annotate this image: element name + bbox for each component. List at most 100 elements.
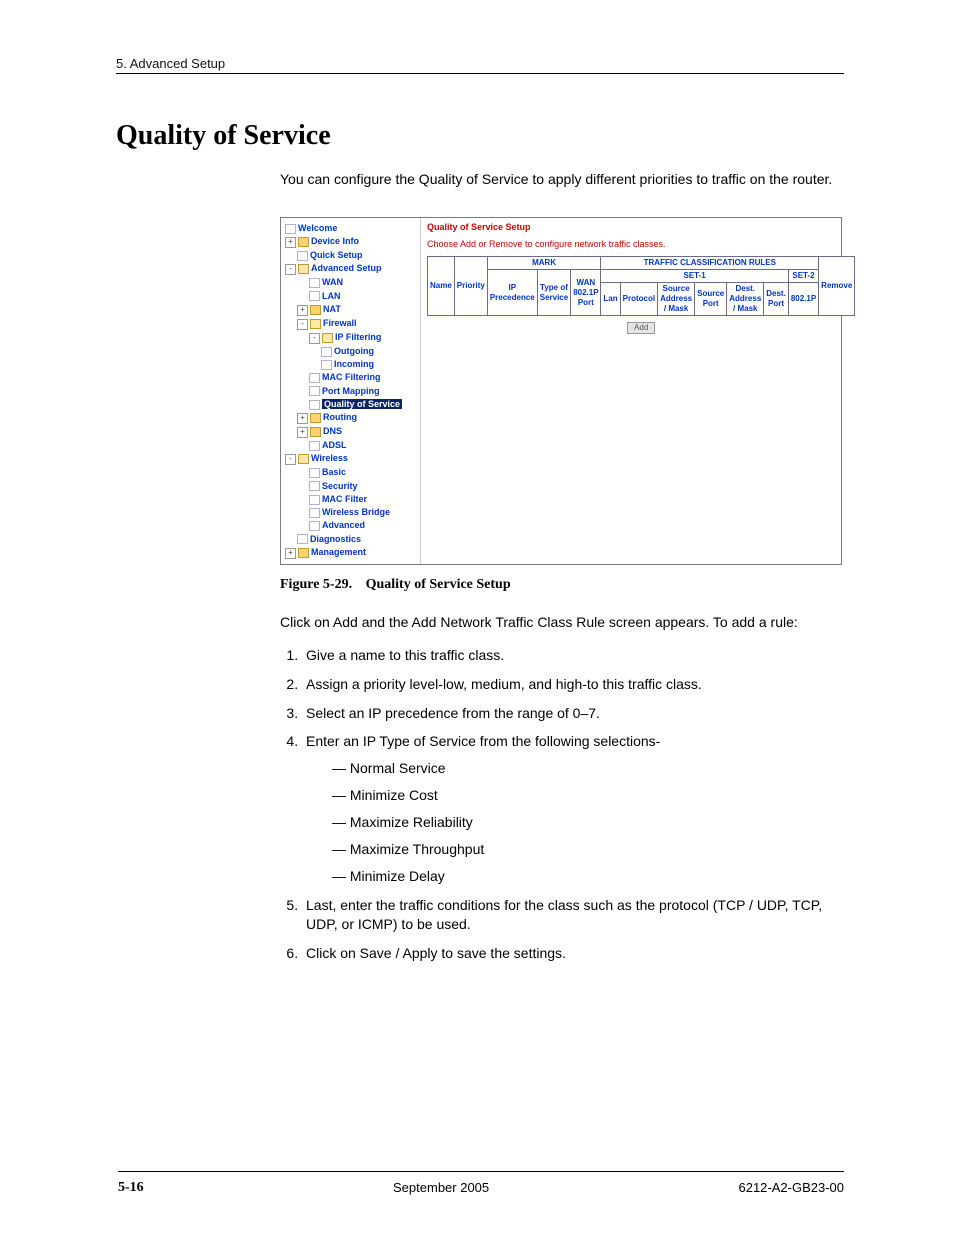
step-4-sublist: Normal Service Minimize Cost Maximize Re… — [306, 759, 844, 885]
nav-firewall[interactable]: -Firewall — [283, 317, 418, 331]
nav-adsl[interactable]: ADSL — [283, 439, 418, 452]
step-3: Select an IP precedence from the range o… — [302, 704, 844, 723]
expand-icon[interactable]: + — [285, 548, 296, 559]
page-icon — [309, 508, 320, 518]
col-priority: Priority — [454, 257, 487, 316]
collapse-icon[interactable]: - — [285, 454, 296, 465]
expand-icon[interactable]: + — [297, 305, 308, 316]
page-icon — [309, 291, 320, 301]
col-dst-addr: Dest. Address / Mask — [727, 283, 764, 316]
page-icon — [309, 441, 320, 451]
col-set2: SET-2 — [788, 270, 818, 283]
nav-wan[interactable]: WAN — [283, 276, 418, 289]
nav-nat[interactable]: +NAT — [283, 303, 418, 317]
col-protocol: Protocol — [620, 283, 657, 316]
nav-dns[interactable]: +DNS — [283, 425, 418, 439]
col-8021p: 802.1P — [788, 283, 818, 316]
step-4c: Maximize Reliability — [332, 813, 844, 832]
figure-container: Welcome +Device Info Quick Setup -Advanc… — [280, 217, 844, 565]
nav-outgoing[interactable]: Outgoing — [283, 345, 418, 358]
expand-icon[interactable]: + — [285, 237, 296, 248]
col-wan-8021p: WAN 802.1P Port — [571, 270, 601, 316]
figure-caption: Figure 5-29. Quality of Service Setup — [280, 577, 844, 593]
col-mark: MARK — [487, 257, 601, 270]
step-4-text: Enter an IP Type of Service from the fol… — [306, 733, 660, 749]
col-tos: Type of Service — [537, 270, 570, 316]
folder-open-icon — [322, 333, 333, 343]
intro-paragraph: You can configure the Quality of Service… — [280, 170, 844, 189]
page-icon — [309, 400, 320, 410]
collapse-icon[interactable]: - — [297, 319, 308, 330]
page-icon — [309, 386, 320, 396]
nav-mac-filtering[interactable]: MAC Filtering — [283, 371, 418, 384]
router-nav-tree: Welcome +Device Info Quick Setup -Advanc… — [281, 218, 421, 564]
col-rules: TRAFFIC CLASSIFICATION RULES — [601, 257, 819, 270]
folder-icon — [310, 413, 321, 423]
step-4: Enter an IP Type of Service from the fol… — [302, 732, 844, 885]
add-button[interactable]: Add — [627, 322, 655, 334]
content-title: Quality of Service Setup — [427, 222, 855, 233]
nav-quick-setup[interactable]: Quick Setup — [283, 249, 418, 262]
page-footer: 5-16 September 2005 6212-A2-GB23-00 — [118, 1171, 844, 1196]
nav-qos[interactable]: Quality of Service — [283, 398, 418, 411]
nav-device-info[interactable]: +Device Info — [283, 235, 418, 249]
step-4e: Minimize Delay — [332, 867, 844, 886]
page-icon — [309, 278, 320, 288]
nav-advanced-setup[interactable]: -Advanced Setup — [283, 262, 418, 276]
folder-icon — [310, 305, 321, 315]
col-ip-prec: IP Precedence — [487, 270, 537, 316]
step-5: Last, enter the traffic conditions for t… — [302, 896, 844, 934]
page-icon — [309, 481, 320, 491]
nav-wireless-bridge[interactable]: Wireless Bridge — [283, 506, 418, 519]
page-icon — [321, 360, 332, 370]
folder-open-icon — [310, 319, 321, 329]
nav-mac-filter[interactable]: MAC Filter — [283, 493, 418, 506]
col-name: Name — [428, 257, 455, 316]
nav-basic[interactable]: Basic — [283, 466, 418, 479]
step-4d: Maximize Throughput — [332, 840, 844, 859]
footer-rule — [118, 1171, 844, 1172]
nav-wireless[interactable]: -Wireless — [283, 452, 418, 466]
folder-icon — [298, 548, 309, 558]
router-ui: Welcome +Device Info Quick Setup -Advanc… — [280, 217, 842, 565]
qos-table: Name Priority MARK TRAFFIC CLASSIFICATIO… — [427, 256, 855, 316]
nav-management[interactable]: +Management — [283, 546, 418, 560]
page-icon — [309, 521, 320, 531]
running-header: 5. Advanced Setup — [116, 56, 844, 71]
step-4b: Minimize Cost — [332, 786, 844, 805]
col-src-addr: Source Address / Mask — [658, 283, 695, 316]
page-icon — [309, 495, 320, 505]
nav-diagnostics[interactable]: Diagnostics — [283, 533, 418, 546]
nav-security[interactable]: Security — [283, 480, 418, 493]
page-icon — [309, 373, 320, 383]
expand-icon[interactable]: + — [297, 413, 308, 424]
nav-advanced[interactable]: Advanced — [283, 519, 418, 532]
nav-lan[interactable]: LAN — [283, 290, 418, 303]
nav-ip-filtering[interactable]: -IP Filtering — [283, 331, 418, 345]
col-set1: SET-1 — [601, 270, 788, 283]
col-remove: Remove — [819, 257, 855, 316]
page-icon — [321, 347, 332, 357]
page-icon — [309, 468, 320, 478]
nav-welcome[interactable]: Welcome — [283, 222, 418, 235]
step-1: Give a name to this traffic class. — [302, 646, 844, 665]
page-icon — [297, 534, 308, 544]
step-6: Click on Save / Apply to save the settin… — [302, 944, 844, 963]
nav-port-mapping[interactable]: Port Mapping — [283, 385, 418, 398]
folder-open-icon — [298, 454, 309, 464]
nav-routing[interactable]: +Routing — [283, 411, 418, 425]
step-2: Assign a priority level-low, medium, and… — [302, 675, 844, 694]
collapse-icon[interactable]: - — [285, 264, 296, 275]
expand-icon[interactable]: + — [297, 427, 308, 438]
folder-open-icon — [298, 264, 309, 274]
page-title: Quality of Service — [116, 120, 844, 152]
folder-icon — [298, 237, 309, 247]
steps-list: Give a name to this traffic class. Assig… — [280, 646, 844, 963]
router-content: Quality of Service Setup Choose Add or R… — [421, 218, 861, 564]
window-icon — [285, 224, 296, 234]
col-src-port: Source Port — [695, 283, 727, 316]
header-rule — [116, 73, 844, 74]
nav-incoming[interactable]: Incoming — [283, 358, 418, 371]
doc-id: 6212-A2-GB23-00 — [738, 1180, 844, 1196]
collapse-icon[interactable]: - — [309, 333, 320, 344]
